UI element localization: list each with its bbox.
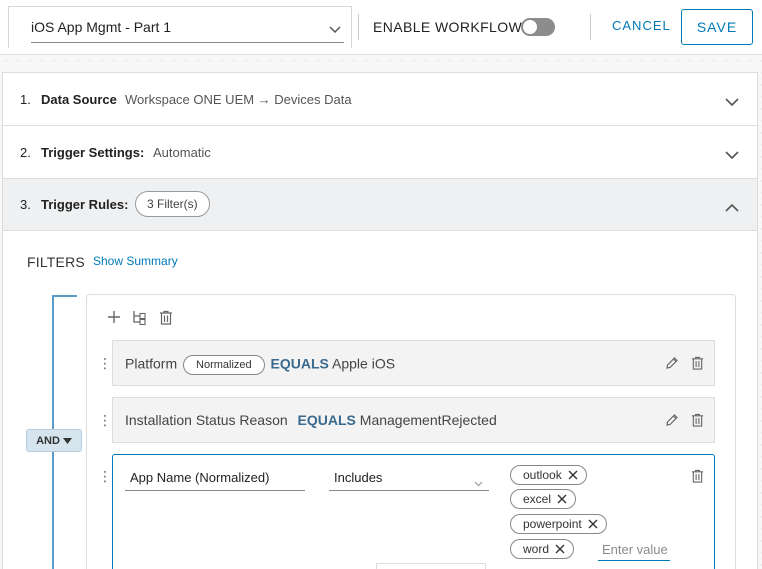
workflow-select[interactable]: iOS App Mgmt - Part 1 xyxy=(8,6,352,48)
edit-icon[interactable] xyxy=(665,356,679,375)
filter-rule[interactable]: Installation Status Reason EQUALS Manage… xyxy=(112,397,715,443)
chevron-down-icon xyxy=(329,21,341,39)
chip-label: powerpoint xyxy=(523,517,582,531)
step-title: Trigger Rules: xyxy=(41,197,129,212)
save-button[interactable]: SAVE xyxy=(681,9,753,45)
divider xyxy=(358,14,359,40)
step-number: 2. xyxy=(20,145,31,160)
rule-operator: EQUALS xyxy=(270,355,329,372)
logic-operator-label: AND xyxy=(36,434,60,447)
suggestion-dropdown[interactable] xyxy=(376,563,486,569)
step-trigger-rules[interactable]: 3. Trigger Rules: 3 Filter(s) xyxy=(3,179,757,231)
step-number: 1. xyxy=(20,92,31,107)
trash-icon[interactable] xyxy=(691,469,704,488)
chevron-down-icon xyxy=(474,475,483,490)
step-number: 3. xyxy=(20,197,31,212)
workflow-header: iOS App Mgmt - Part 1 ENABLE WORKFLOW CA… xyxy=(0,0,762,55)
value-input[interactable] xyxy=(598,539,670,561)
rule-attribute: Platform xyxy=(125,355,178,372)
filter-count-badge: 3 Filter(s) xyxy=(135,191,210,217)
chevron-down-icon[interactable] xyxy=(725,94,739,112)
step-value: Workspace ONE UEM → Devices Data xyxy=(125,92,352,107)
remove-chip-icon[interactable] xyxy=(588,519,598,529)
trash-icon[interactable] xyxy=(691,356,704,375)
step-data-source[interactable]: 1. Data Source Workspace ONE UEM → Devic… xyxy=(3,73,757,126)
value-chip: excel xyxy=(510,489,577,509)
step-title: Data Source xyxy=(41,92,117,107)
value-chip: powerpoint xyxy=(510,514,607,534)
workflow-name: iOS App Mgmt - Part 1 xyxy=(31,19,172,35)
step-value: Automatic xyxy=(153,145,211,160)
chip-label: excel xyxy=(523,492,552,506)
remove-chip-icon[interactable] xyxy=(557,494,567,504)
cancel-button[interactable]: CANCEL xyxy=(612,18,671,33)
toggle-knob xyxy=(523,20,537,34)
edit-icon[interactable] xyxy=(665,413,679,432)
filter-rule[interactable]: Platform Normalized EQUALS Apple iOS xyxy=(112,340,715,386)
operator-value: Includes xyxy=(334,470,383,485)
rule-value: ManagementRejected xyxy=(359,412,497,428)
and-bracket-top xyxy=(52,295,77,297)
normalized-badge: Normalized xyxy=(183,355,265,375)
caret-down-icon xyxy=(62,437,72,444)
chevron-up-icon[interactable] xyxy=(725,199,739,217)
show-summary-link[interactable]: Show Summary xyxy=(93,254,178,268)
attribute-field[interactable]: App Name (Normalized) xyxy=(125,469,305,491)
logic-operator-button[interactable]: AND xyxy=(26,429,82,452)
workflow-steps-panel: 1. Data Source Workspace ONE UEM → Devic… xyxy=(2,72,758,569)
enable-workflow-toggle[interactable] xyxy=(521,18,555,36)
rule-attribute: Installation Status Reason xyxy=(125,412,288,428)
rule-operator: EQUALS xyxy=(297,412,356,428)
divider xyxy=(590,14,591,40)
value-chip: word xyxy=(510,539,575,559)
filters-heading: FILTERS xyxy=(27,254,85,270)
filter-rule-editor: App Name (Normalized) Includes outlook e… xyxy=(112,454,715,569)
add-nested-group-icon[interactable] xyxy=(131,310,147,331)
trash-icon[interactable] xyxy=(691,413,704,432)
trash-icon[interactable] xyxy=(159,310,173,330)
add-icon[interactable] xyxy=(107,310,121,329)
step-trigger-settings[interactable]: 2. Trigger Settings: Automatic xyxy=(3,126,757,179)
chip-label: outlook xyxy=(523,468,562,482)
value-chip: outlook xyxy=(510,465,587,485)
remove-chip-icon[interactable] xyxy=(555,544,565,554)
step-title: Trigger Settings: xyxy=(41,145,145,160)
attribute-value: App Name (Normalized) xyxy=(130,470,270,485)
enable-workflow-label: ENABLE WORKFLOW xyxy=(373,19,523,35)
operator-select[interactable]: Includes xyxy=(329,469,489,491)
chevron-down-icon[interactable] xyxy=(725,147,739,165)
remove-chip-icon[interactable] xyxy=(568,470,578,480)
rule-value: Apple iOS xyxy=(332,355,396,372)
chip-label: word xyxy=(523,542,550,556)
